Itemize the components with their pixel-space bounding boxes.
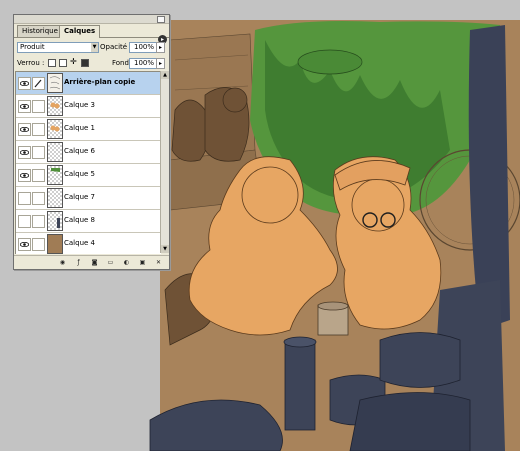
layer-row[interactable]: Calque 4 xyxy=(16,233,161,254)
link-cell[interactable] xyxy=(32,123,45,136)
brush-icon[interactable] xyxy=(32,77,45,90)
lock-position-icon[interactable]: ✛ xyxy=(70,58,77,66)
visibility-eye-icon[interactable] xyxy=(18,123,31,136)
layer-row[interactable]: Calque 8 xyxy=(16,210,161,233)
visibility-eye-icon[interactable] xyxy=(18,100,31,113)
blend-mode-select[interactable]: Produit ▼ xyxy=(17,42,99,53)
link-cell[interactable] xyxy=(32,146,45,159)
layer-thumbnail xyxy=(47,165,63,185)
layer-row[interactable]: Calque 5 xyxy=(16,164,161,187)
opacity-field[interactable]: 100% xyxy=(129,42,157,53)
visibility-eye-icon[interactable] xyxy=(18,169,31,182)
tab-calques[interactable]: Calques xyxy=(59,25,101,38)
fill-field[interactable]: 100% xyxy=(129,58,157,69)
layer-row[interactable]: Calque 7 xyxy=(16,187,161,210)
layer-name: Calque 3 xyxy=(64,101,95,109)
delete-layer-icon[interactable]: ✕ xyxy=(155,259,162,266)
lock-row: Verrou : ✛ Fond : 100% ▸ xyxy=(14,57,169,69)
layer-thumbnail xyxy=(47,119,63,139)
palette-titlebar[interactable] xyxy=(14,15,169,24)
layer-name: Arrière-plan copie xyxy=(64,78,136,86)
layer-mask-icon[interactable]: ◙ xyxy=(91,259,98,266)
new-layer-icon[interactable]: ▣ xyxy=(139,259,146,266)
opacity-slider-arrow-icon[interactable]: ▸ xyxy=(156,42,165,53)
blend-mode-value: Produit xyxy=(20,43,45,51)
lock-transparency-icon[interactable] xyxy=(48,59,56,67)
scroll-down-icon[interactable]: ▼ xyxy=(161,245,169,253)
layer-name: Calque 4 xyxy=(64,239,95,247)
visibility-eye-icon[interactable] xyxy=(18,215,31,228)
layer-thumbnail xyxy=(47,188,63,208)
layer-row[interactable]: Calque 1 xyxy=(16,118,161,141)
visibility-eye-icon[interactable] xyxy=(18,192,31,205)
fill-slider-arrow-icon[interactable]: ▸ xyxy=(156,58,165,69)
layer-style-icon[interactable]: ƒ xyxy=(75,259,82,266)
layer-name: Calque 6 xyxy=(64,147,95,155)
palette-footer: ◉ ƒ ◙ ▭ ◐ ▣ ✕ xyxy=(14,255,169,269)
lock-label: Verrou : xyxy=(17,59,45,67)
chevron-down-icon: ▼ xyxy=(91,43,98,52)
opacity-label: Opacité : xyxy=(100,43,132,51)
layer-name: Calque 1 xyxy=(64,124,95,132)
layer-thumbnail xyxy=(47,211,63,231)
layer-thumbnail xyxy=(47,142,63,162)
layer-row[interactable]: Arrière-plan copie xyxy=(16,72,161,95)
lock-all-icon[interactable] xyxy=(81,59,89,67)
blend-row: Produit ▼ Opacité : 100% ▸ xyxy=(14,41,169,53)
tab-historique[interactable]: Historique xyxy=(17,25,63,37)
lock-pixels-icon[interactable] xyxy=(59,59,67,67)
adjustment-layer-icon[interactable]: ◐ xyxy=(123,259,130,266)
layer-thumbnail xyxy=(47,234,63,254)
layer-list: Arrière-plan copie Calque 3 Calque 1 Calque… xyxy=(15,71,161,254)
link-cell[interactable] xyxy=(32,100,45,113)
layer-name: Calque 5 xyxy=(64,170,95,178)
layer-name: Calque 8 xyxy=(64,216,95,224)
link-cell[interactable] xyxy=(32,238,45,251)
layer-thumbnail xyxy=(47,96,63,116)
link-layers-icon[interactable]: ◉ xyxy=(59,259,66,266)
visibility-eye-icon[interactable] xyxy=(18,77,31,90)
scroll-up-icon[interactable]: ▲ xyxy=(161,71,169,79)
layer-list-scrollbar[interactable]: ▲ ▼ xyxy=(160,71,169,253)
palette-close-icon[interactable] xyxy=(157,16,165,23)
layer-name: Calque 7 xyxy=(64,193,95,201)
link-cell[interactable] xyxy=(32,215,45,228)
new-set-icon[interactable]: ▭ xyxy=(107,259,114,266)
palette-tabs: Historique Calques ▸ xyxy=(14,24,169,44)
layers-palette: Historique Calques ▸ Produit ▼ Opacité :… xyxy=(13,14,170,270)
layer-row[interactable]: Calque 6 xyxy=(16,141,161,164)
layer-thumbnail xyxy=(47,73,63,93)
layer-row[interactable]: Calque 3 xyxy=(16,95,161,118)
link-cell[interactable] xyxy=(32,192,45,205)
link-cell[interactable] xyxy=(32,169,45,182)
visibility-eye-icon[interactable] xyxy=(18,146,31,159)
visibility-eye-icon[interactable] xyxy=(18,238,31,251)
